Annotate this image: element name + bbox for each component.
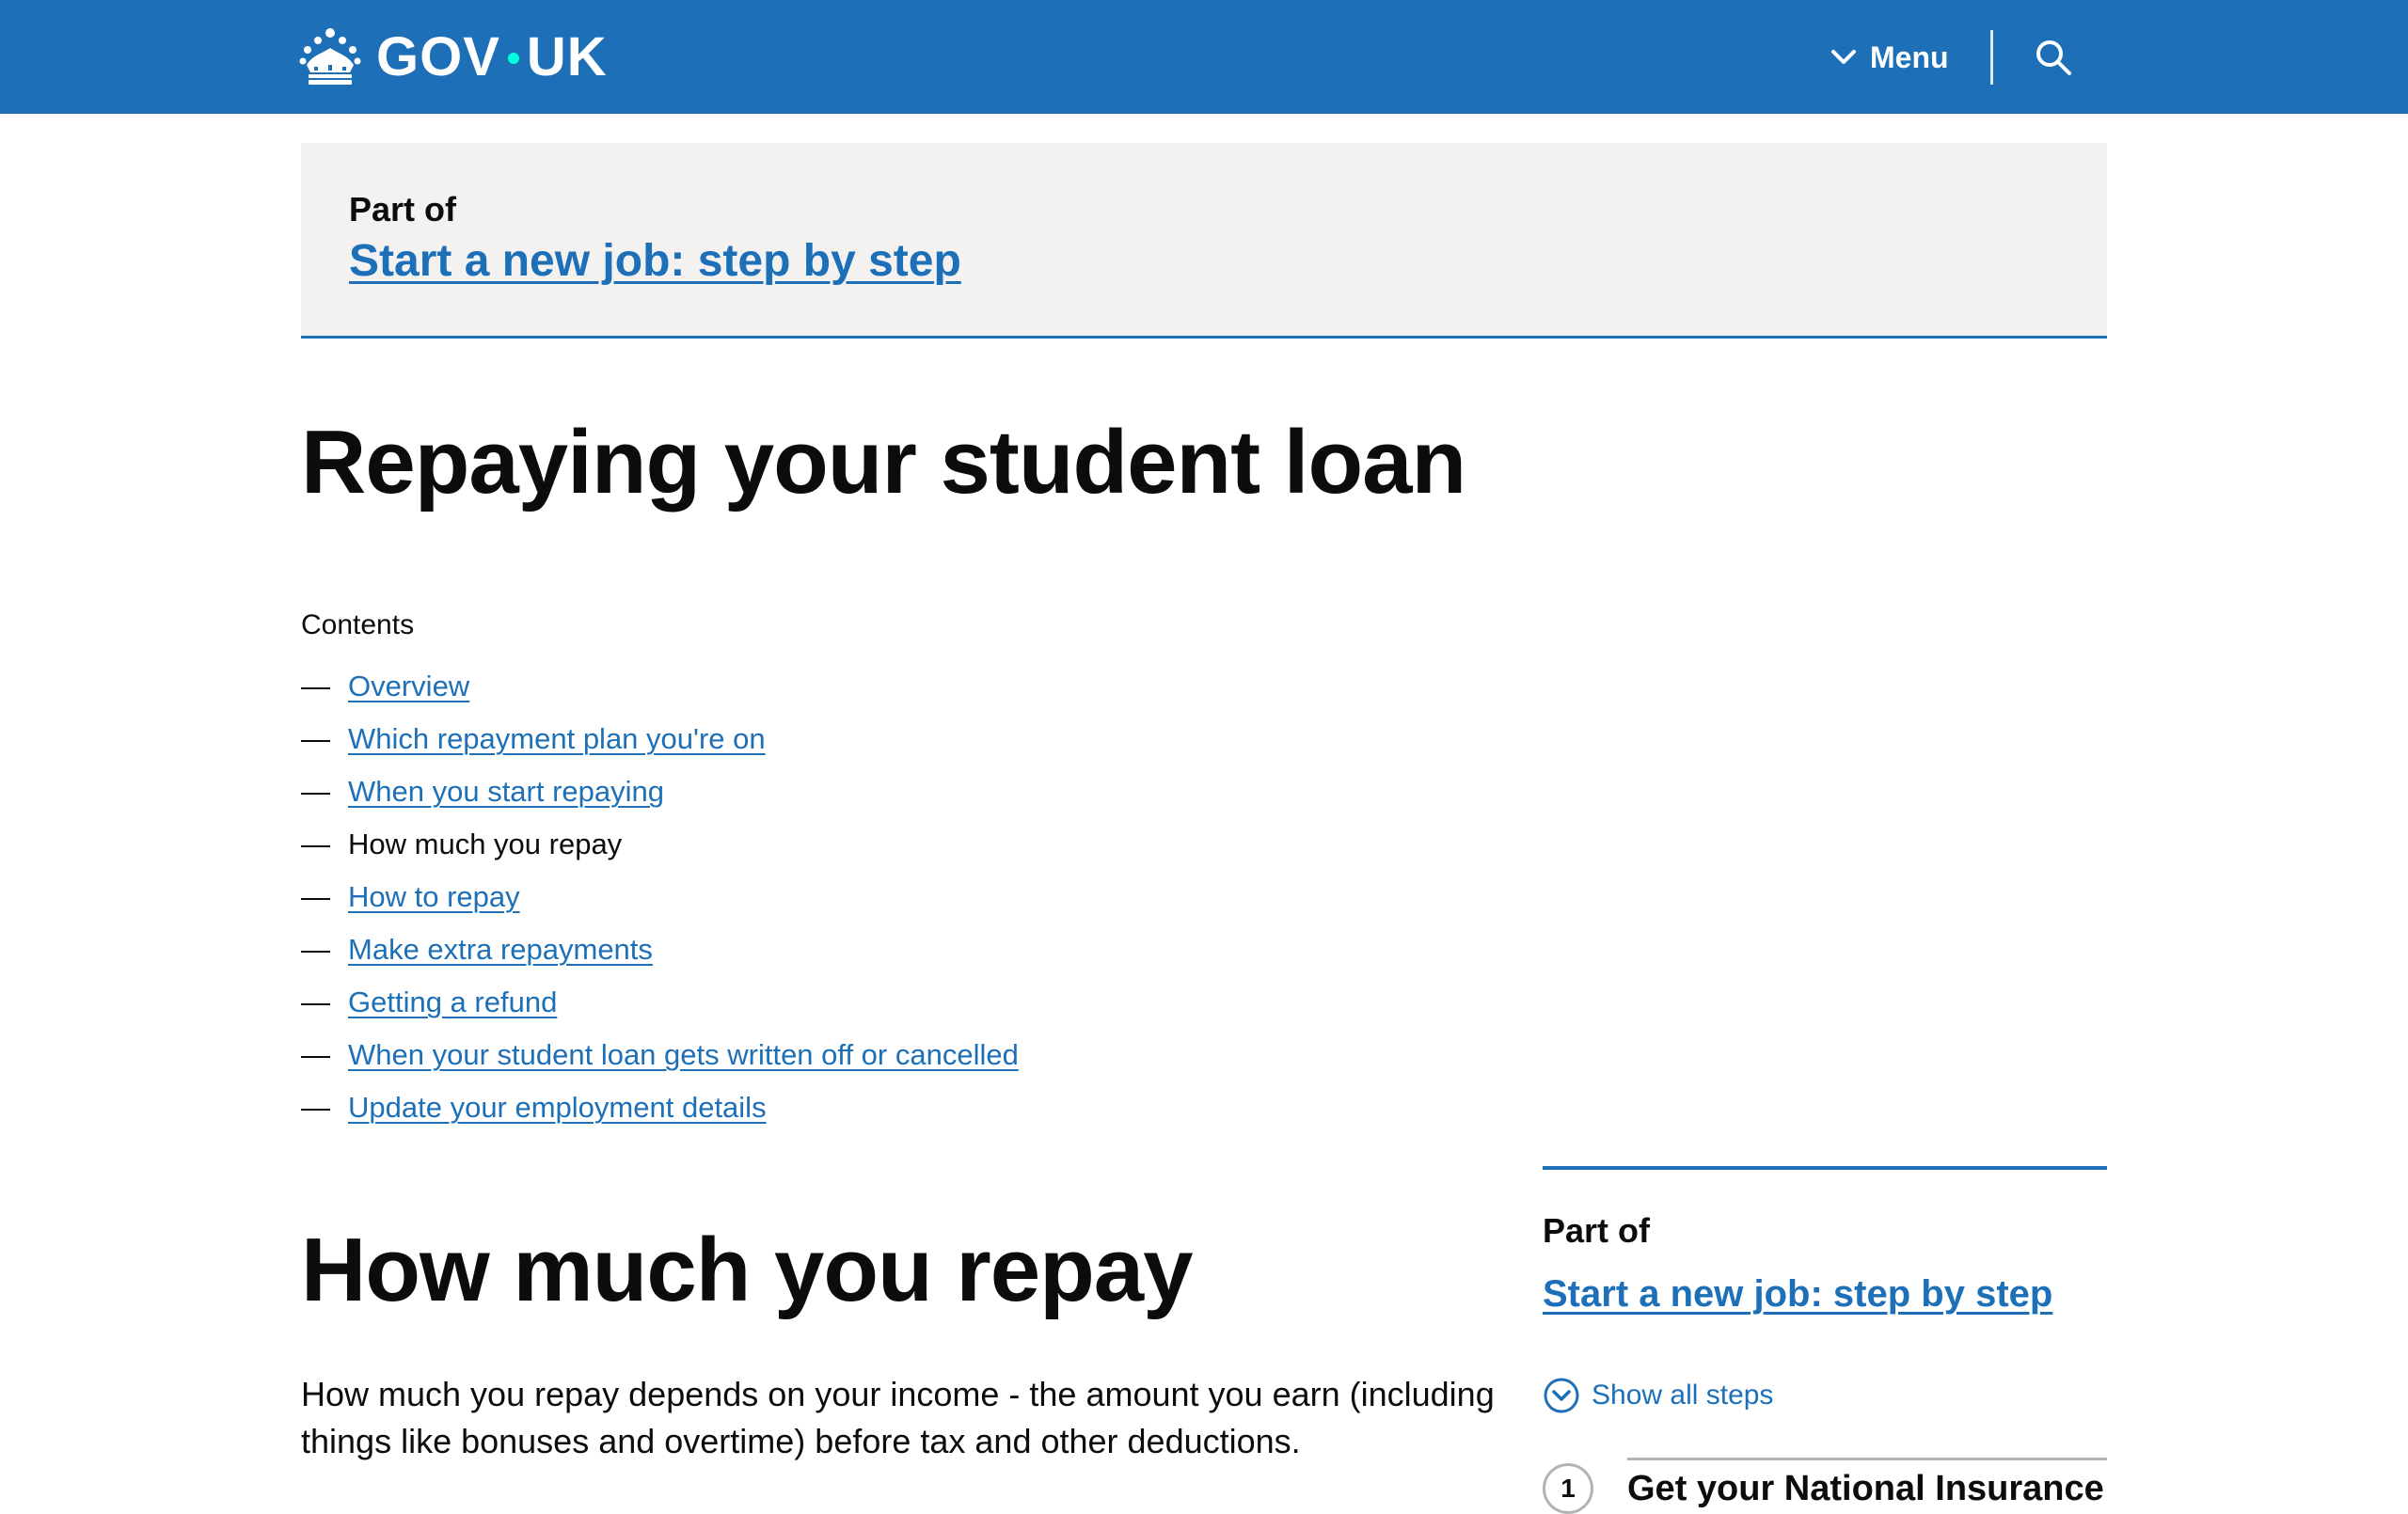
contents-item: — When your student loan gets written off… — [301, 1029, 1019, 1081]
contents-item: — When you start repaying — [301, 765, 1019, 818]
sidebar-part-of-label: Part of — [1543, 1211, 1651, 1250]
logo-wordmark: GOV UK — [376, 25, 608, 88]
contents-dash: — — [301, 1091, 330, 1124]
contents-dash: — — [301, 828, 330, 860]
step-by-step-link[interactable]: Start a new job: step by step — [349, 235, 961, 287]
contents-current-page: How much you repay — [348, 828, 623, 860]
contents-link-how-to-repay[interactable]: How to repay — [348, 880, 520, 914]
search-icon — [2036, 40, 2071, 75]
site-header: GOV UK Menu — [0, 0, 2408, 114]
contents-list: — Overview — Which repayment plan you're o… — [301, 660, 1019, 1134]
contents-dash: — — [301, 933, 330, 966]
contents-link-repayment-plan[interactable]: Which repayment plan you're on — [348, 722, 766, 756]
contents-link-employment-details[interactable]: Update your employment details — [348, 1091, 767, 1125]
search-button[interactable] — [2028, 32, 2079, 83]
section-title: How much you repay — [301, 1220, 1194, 1320]
show-all-steps-button[interactable]: Show all steps — [1543, 1377, 1773, 1414]
chevron-circle-icon — [1544, 1378, 1579, 1413]
contents-item-current: — How much you repay — [301, 818, 1019, 871]
part-of-banner: Part of Start a new job: step by step — [301, 143, 2107, 339]
contents-dash: — — [301, 670, 330, 702]
crown-icon — [299, 28, 361, 85]
chevron-down-icon — [1831, 50, 1856, 64]
logo-text-right: UK — [526, 25, 608, 87]
contents-item: — Overview — [301, 660, 1019, 713]
logo-text-left: GOV — [376, 25, 500, 87]
show-all-steps-label: Show all steps — [1592, 1380, 1774, 1411]
step-divider — [1627, 1458, 2107, 1460]
logo-dot — [507, 53, 519, 64]
contents-dash: — — [301, 775, 330, 808]
contents-dash: — — [301, 722, 330, 755]
step-title: Get your National Insurance — [1627, 1469, 2104, 1508]
contents-item: — Make extra repayments — [301, 923, 1019, 976]
contents-link-extra-repayments[interactable]: Make extra repayments — [348, 933, 653, 967]
contents-dash: — — [301, 880, 330, 913]
contents-dash: — — [301, 986, 330, 1018]
contents-item: — Which repayment plan you're on — [301, 713, 1019, 765]
page-title: Repaying your student loan — [301, 412, 1466, 513]
part-of-label: Part of — [349, 190, 457, 229]
contents-dash: — — [301, 1038, 330, 1071]
step-nav-sidebar: Part of Start a new job: step by step Sh… — [1543, 1166, 2107, 1514]
govuk-logo-link[interactable]: GOV UK — [299, 23, 608, 90]
contents-heading: Contents — [301, 609, 415, 640]
menu-button[interactable]: Menu — [1830, 32, 1949, 83]
section-paragraph: How much you repay depends on your incom… — [301, 1375, 1495, 1460]
contents-link-start-repaying[interactable]: When you start repaying — [348, 775, 664, 809]
header-divider — [1990, 30, 1993, 85]
contents-link-written-off[interactable]: When your student loan gets written off … — [348, 1038, 1019, 1072]
sidebar-step-by-step-link[interactable]: Start a new job: step by step — [1543, 1273, 2052, 1316]
contents-item: — Getting a refund — [301, 976, 1019, 1029]
step-number: 1 — [1543, 1463, 1593, 1514]
contents-link-refund[interactable]: Getting a refund — [348, 986, 557, 1019]
step-item[interactable]: 1 Get your National Insurance — [1543, 1458, 2107, 1514]
contents-link-overview[interactable]: Overview — [348, 670, 469, 703]
contents-item: — Update your employment details — [301, 1081, 1019, 1134]
contents-item: — How to repay — [301, 871, 1019, 923]
menu-label: Menu — [1870, 39, 1949, 74]
